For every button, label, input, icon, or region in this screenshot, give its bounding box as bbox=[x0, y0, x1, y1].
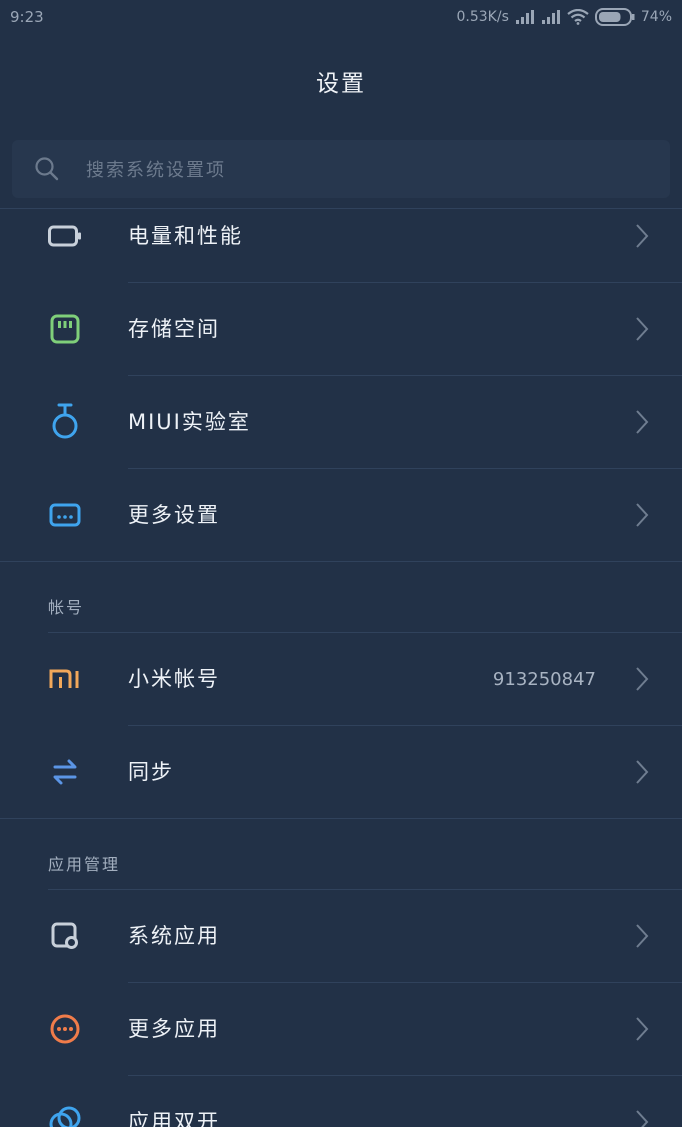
settings-item-storage[interactable]: 存储空间 bbox=[0, 283, 682, 376]
signal-icon bbox=[515, 10, 534, 24]
chevron-right-icon bbox=[636, 317, 649, 341]
battery-icon bbox=[594, 8, 635, 26]
settings-item-dual-apps[interactable]: 应用双开 bbox=[0, 1076, 682, 1127]
section-divider bbox=[0, 561, 682, 562]
more-apps-icon bbox=[46, 1010, 84, 1048]
battery-performance-icon bbox=[46, 217, 84, 255]
chevron-right-icon bbox=[636, 667, 649, 691]
chevron-right-icon bbox=[636, 503, 649, 527]
settings-item-label: 应用双开 bbox=[128, 1110, 220, 1127]
sync-icon bbox=[46, 753, 84, 791]
status-time: 9:23 bbox=[10, 8, 44, 26]
settings-item-more-settings[interactable]: 更多设置 bbox=[0, 469, 682, 562]
mi-logo-icon bbox=[46, 660, 84, 698]
status-bar: 9:23 0.53K/s 74% bbox=[0, 0, 682, 34]
section-header-account: 帐号 bbox=[48, 598, 85, 617]
settings-item-label: 系统应用 bbox=[128, 924, 220, 948]
flask-icon bbox=[46, 403, 84, 441]
battery-percentage: 74% bbox=[640, 9, 672, 25]
settings-item-label: 小米帐号 bbox=[128, 667, 220, 691]
settings-item-label: 同步 bbox=[128, 760, 174, 784]
dual-apps-icon bbox=[46, 1103, 84, 1127]
chevron-right-icon bbox=[636, 410, 649, 434]
page-title: 设置 bbox=[316, 71, 366, 97]
chevron-right-icon bbox=[636, 924, 649, 948]
signal-icon bbox=[541, 10, 560, 24]
settings-item-label: MIUI实验室 bbox=[128, 410, 251, 434]
chevron-right-icon bbox=[636, 1110, 649, 1127]
settings-item-label: 存储空间 bbox=[128, 317, 220, 341]
wifi-icon bbox=[567, 9, 589, 25]
section-header-apps: 应用管理 bbox=[48, 855, 121, 874]
chevron-right-icon bbox=[636, 224, 649, 248]
network-speed: 0.53K/s bbox=[456, 9, 509, 25]
settings-item-sync[interactable]: 同步 bbox=[0, 726, 682, 819]
settings-screen: 9:23 0.53K/s 74% 设置 搜索系统设置项 电量和性能 存储空间 M… bbox=[0, 0, 682, 1127]
more-settings-icon bbox=[46, 496, 84, 534]
settings-item-system-apps[interactable]: 系统应用 bbox=[0, 890, 682, 983]
system-apps-icon bbox=[46, 917, 84, 955]
mi-account-id: 913250847 bbox=[492, 669, 596, 690]
section-divider bbox=[0, 818, 682, 819]
storage-icon bbox=[46, 310, 84, 348]
settings-item-miui-lab[interactable]: MIUI实验室 bbox=[0, 376, 682, 469]
settings-item-label: 电量和性能 bbox=[128, 224, 243, 248]
settings-item-label: 更多设置 bbox=[128, 503, 220, 527]
chevron-right-icon bbox=[636, 1017, 649, 1041]
settings-item-label: 更多应用 bbox=[128, 1017, 220, 1041]
chevron-right-icon bbox=[636, 760, 649, 784]
status-indicators: 0.53K/s 74% bbox=[456, 8, 672, 26]
settings-item-mi-account[interactable]: 小米帐号 913250847 bbox=[0, 633, 682, 726]
settings-item-more-apps[interactable]: 更多应用 bbox=[0, 983, 682, 1076]
settings-item-battery-performance[interactable]: 电量和性能 bbox=[0, 190, 682, 283]
search-icon bbox=[35, 157, 59, 181]
